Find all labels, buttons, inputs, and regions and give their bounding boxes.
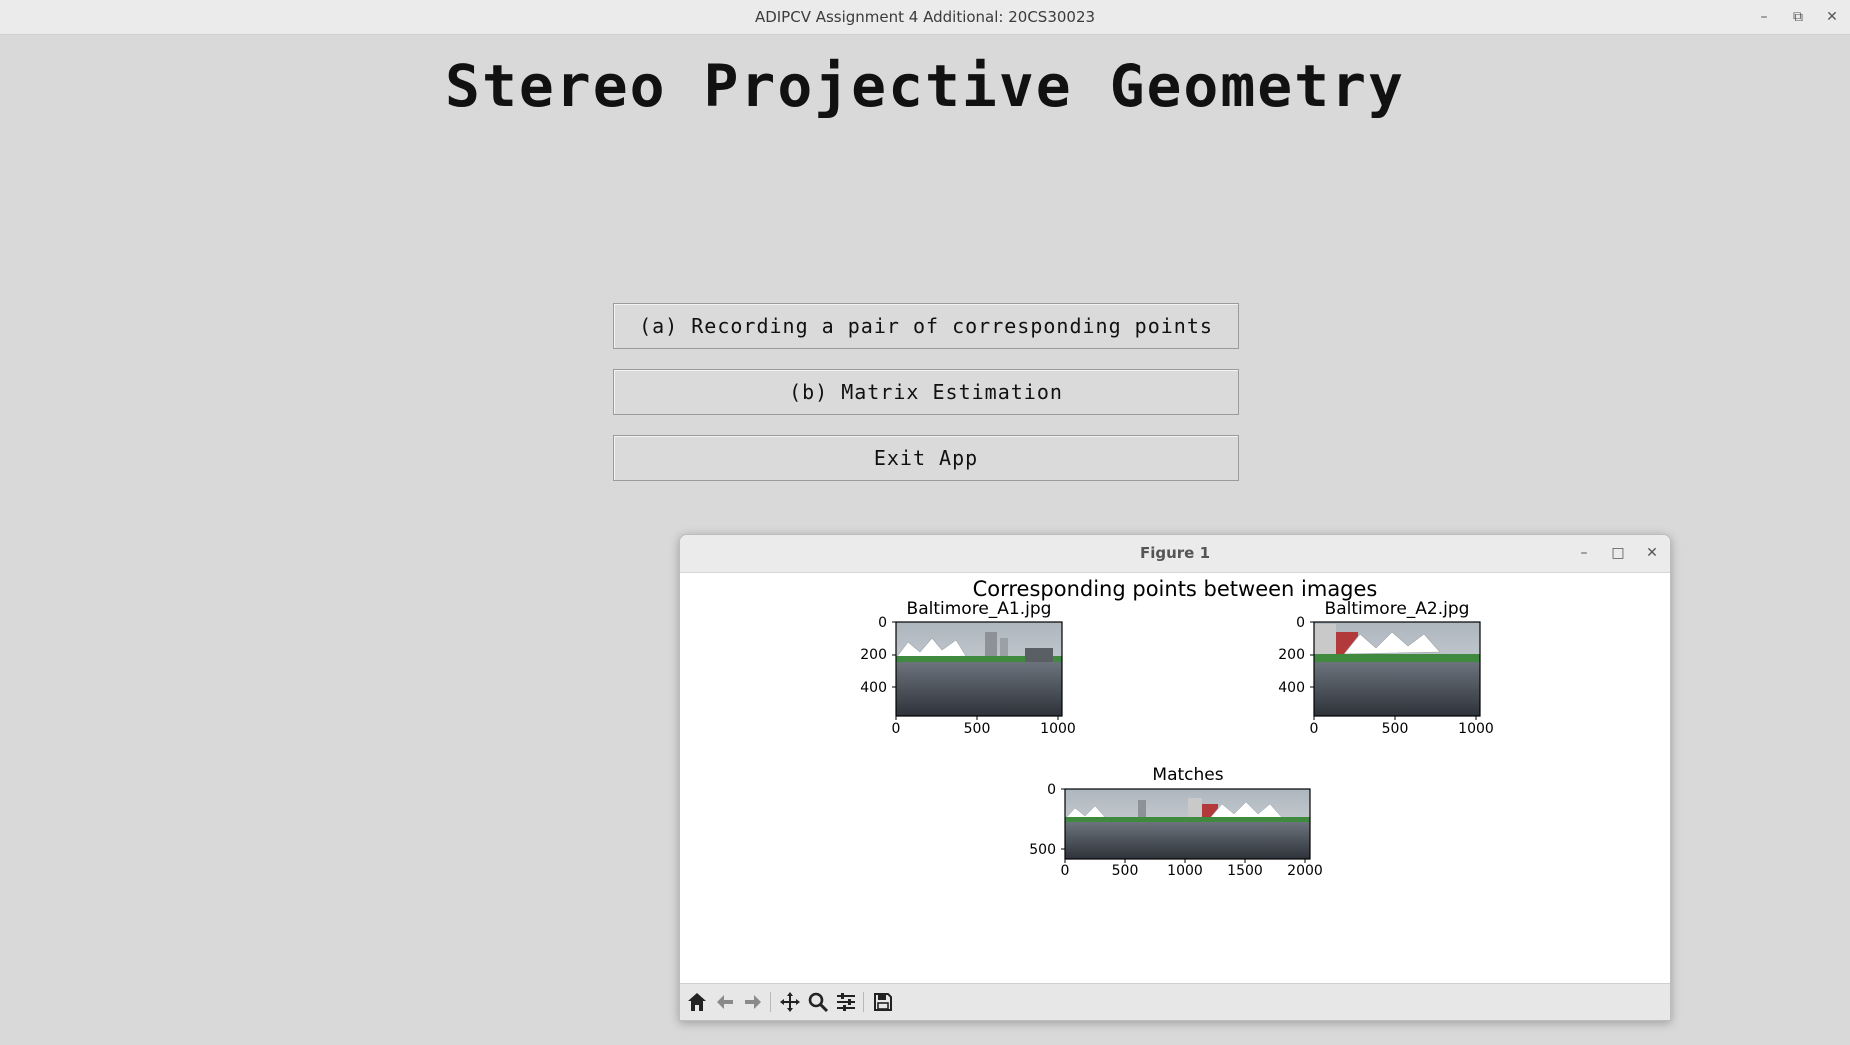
zoom-icon[interactable] bbox=[805, 989, 831, 1015]
exit-app-button[interactable]: Exit App bbox=[613, 435, 1239, 481]
subplot-a1-title: Baltimore_A1.jpg bbox=[907, 599, 1052, 619]
subplot-a2-xtick-label: 0 bbox=[1310, 721, 1319, 737]
subplot-matches-xtick-label: 1500 bbox=[1227, 863, 1263, 879]
subplot-a1-xtick-label: 0 bbox=[892, 721, 901, 737]
toolbar-separator bbox=[863, 992, 864, 1012]
figure-suptitle: Corresponding points between images bbox=[973, 577, 1378, 601]
subplot-a2-ytick-label: 200 bbox=[1278, 647, 1305, 663]
subplot-matches-xtick-label: 1000 bbox=[1167, 863, 1203, 879]
figure-window: Figure 1 – □ ✕ Corresponding points betw… bbox=[679, 534, 1671, 1021]
subplot-matches-title: Matches bbox=[1152, 765, 1223, 785]
figure-title: Figure 1 bbox=[1139, 544, 1211, 562]
subplot-a2-title: Baltimore_A2.jpg bbox=[1325, 599, 1470, 619]
forward-icon[interactable] bbox=[740, 989, 766, 1015]
subplot-a2-ytick-label: 400 bbox=[1278, 680, 1305, 696]
figure-titlebar[interactable]: Figure 1 – □ ✕ bbox=[680, 535, 1670, 573]
subplot-matches-xtick-label: 2000 bbox=[1287, 863, 1323, 879]
subplot-matches-ytick-label: 0 bbox=[1047, 782, 1056, 798]
subplot-a1-ytick-labels: 0 200 400 bbox=[860, 615, 887, 696]
close-button[interactable]: ✕ bbox=[1815, 0, 1849, 35]
window-title: ADIPCV Assignment 4 Additional: 20CS3002… bbox=[754, 8, 1096, 26]
subplot-matches-xtick-label: 0 bbox=[1061, 863, 1070, 879]
subplot-a2-xtick-labels: 0 500 1000 bbox=[1310, 721, 1494, 737]
window-titlebar: ADIPCV Assignment 4 Additional: 20CS3002… bbox=[0, 0, 1850, 35]
subplot-matches-ytick-labels: 0 500 bbox=[1029, 782, 1056, 858]
toolbar-separator bbox=[770, 992, 771, 1012]
subplot-a2-image bbox=[1314, 622, 1480, 716]
subplot-a1-ytick-label: 0 bbox=[878, 615, 887, 631]
subplot-a1-xtick-label: 500 bbox=[964, 721, 991, 737]
home-icon[interactable] bbox=[684, 989, 710, 1015]
figure-close-button[interactable]: ✕ bbox=[1637, 535, 1667, 572]
subplot-a2-xtick-label: 500 bbox=[1382, 721, 1409, 737]
save-icon[interactable] bbox=[870, 989, 896, 1015]
minimize-button[interactable]: – bbox=[1747, 0, 1781, 35]
subplot-a1-xtick-labels: 0 500 1000 bbox=[892, 721, 1076, 737]
figure-maximize-button[interactable]: □ bbox=[1603, 535, 1633, 572]
subplot-a2-ytick-label: 0 bbox=[1296, 615, 1305, 631]
subplot-a1-ytick-label: 400 bbox=[860, 680, 887, 696]
subplot-a1: Baltimore_A1.jpg 0 500 1000 0 200 400 bbox=[860, 599, 1076, 737]
pan-icon[interactable] bbox=[777, 989, 803, 1015]
record-points-button[interactable]: (a) Recording a pair of corresponding po… bbox=[613, 303, 1239, 349]
subplot-a1-image bbox=[895, 622, 1062, 716]
subplot-a1-ytick-label: 200 bbox=[860, 647, 887, 663]
subplot-a2-xtick-label: 1000 bbox=[1458, 721, 1494, 737]
subplot-matches-xtick-labels: 0 500 1000 1500 2000 bbox=[1061, 863, 1323, 879]
figure-canvas[interactable]: Corresponding points between images Balt… bbox=[680, 572, 1670, 983]
subplot-a1-xtick-label: 1000 bbox=[1040, 721, 1076, 737]
configure-subplots-icon[interactable] bbox=[833, 989, 859, 1015]
subplot-matches-xtick-label: 500 bbox=[1112, 863, 1139, 879]
subplot-matches-ytick-label: 500 bbox=[1029, 842, 1056, 858]
subplot-a2-ytick-labels: 0 200 400 bbox=[1278, 615, 1305, 696]
app-heading: Stereo Projective Geometry bbox=[445, 52, 1405, 120]
figure-toolbar bbox=[680, 983, 1670, 1020]
figure-minimize-button[interactable]: – bbox=[1569, 535, 1599, 572]
matrix-estimation-button[interactable]: (b) Matrix Estimation bbox=[613, 369, 1239, 415]
restore-button[interactable]: ⧉ bbox=[1781, 0, 1815, 35]
back-icon[interactable] bbox=[712, 989, 738, 1015]
subplot-a2: Baltimore_A2.jpg 0 500 1000 0 200 400 bbox=[1278, 599, 1494, 737]
subplot-matches-image bbox=[1064, 789, 1310, 859]
subplot-matches: Matches 0 500 1000 1500 2000 0 500 bbox=[1029, 765, 1323, 879]
